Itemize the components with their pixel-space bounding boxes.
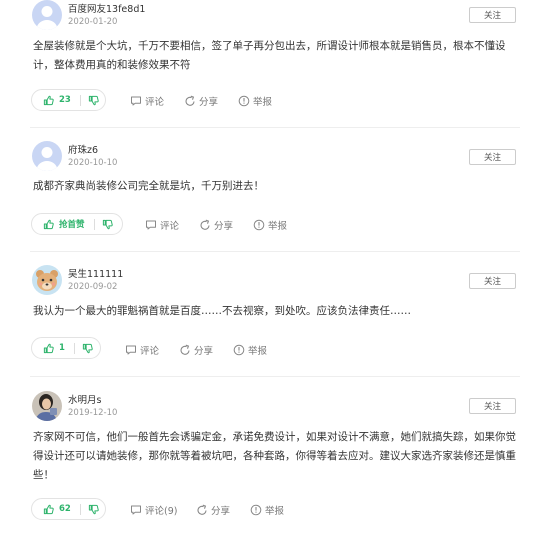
vote-count: 1 bbox=[59, 343, 65, 353]
vote-box: 23 bbox=[31, 89, 106, 111]
comment-button[interactable]: 评论 bbox=[125, 343, 159, 357]
vote-divider bbox=[79, 503, 81, 515]
thumbs-up-icon bbox=[43, 219, 54, 230]
upvote-button[interactable]: 抢首赞 bbox=[32, 214, 85, 234]
username[interactable]: 府珠z6 bbox=[68, 142, 98, 156]
upvote-button[interactable]: 23 bbox=[32, 90, 71, 110]
report-icon bbox=[238, 95, 250, 107]
downvote-button[interactable] bbox=[88, 90, 99, 110]
share-icon bbox=[196, 504, 208, 516]
comment-label: 评论(9) bbox=[145, 506, 178, 517]
report-button[interactable]: 举报 bbox=[253, 218, 287, 232]
vote-box: 抢首赞 bbox=[31, 213, 123, 235]
vote-divider bbox=[79, 94, 81, 106]
username[interactable]: 百度网友13fe8d1 bbox=[68, 1, 145, 15]
vote-box: 62 bbox=[31, 498, 106, 520]
report-button[interactable]: 举报 bbox=[250, 503, 284, 517]
downvote-button[interactable] bbox=[102, 214, 113, 234]
share-label: 分享 bbox=[194, 346, 214, 357]
thumbs-up-icon bbox=[43, 343, 54, 354]
cartoon-bear-avatar-icon[interactable] bbox=[32, 265, 62, 295]
share-icon bbox=[179, 344, 191, 356]
follow-button[interactable]: 关注 bbox=[469, 273, 516, 289]
comment-date: 2020-10-10 bbox=[68, 158, 118, 168]
thumbs-down-icon bbox=[88, 504, 99, 515]
comment-icon bbox=[130, 95, 142, 107]
default-avatar-icon[interactable] bbox=[32, 141, 62, 171]
vote-count: 抢首赞 bbox=[59, 220, 85, 230]
divider bbox=[30, 251, 520, 252]
share-label: 分享 bbox=[199, 97, 219, 108]
report-icon bbox=[250, 504, 262, 516]
downvote-button[interactable] bbox=[88, 499, 99, 519]
thumbs-up-icon bbox=[43, 95, 54, 106]
report-icon bbox=[253, 219, 265, 231]
upvote-button[interactable]: 1 bbox=[32, 338, 65, 358]
comment-text: 齐家网不可信，他们一般首先会诱骗定金，承诺免费设计，如果对设计不满意，她们就搞失… bbox=[33, 431, 516, 481]
divider bbox=[30, 376, 520, 377]
share-label: 分享 bbox=[211, 506, 231, 517]
follow-button[interactable]: 关注 bbox=[469, 7, 516, 23]
report-icon bbox=[233, 344, 245, 356]
photo-avatar-icon[interactable] bbox=[32, 391, 62, 421]
comment-label: 评论 bbox=[160, 221, 180, 232]
share-icon bbox=[184, 95, 196, 107]
vote-count: 62 bbox=[59, 504, 71, 514]
share-icon bbox=[199, 219, 211, 231]
comment-label: 评论 bbox=[140, 346, 160, 357]
report-button[interactable]: 举报 bbox=[233, 343, 267, 357]
vote-divider bbox=[73, 342, 75, 354]
upvote-button[interactable]: 62 bbox=[32, 499, 71, 519]
comment-date: 2019-12-10 bbox=[68, 408, 118, 418]
comment-button[interactable]: 评论 bbox=[145, 218, 179, 232]
vote-count: 23 bbox=[59, 95, 71, 105]
report-label: 举报 bbox=[248, 346, 268, 357]
report-button[interactable]: 举报 bbox=[238, 94, 272, 108]
thumbs-down-icon bbox=[88, 95, 99, 106]
divider bbox=[30, 127, 520, 128]
follow-button[interactable]: 关注 bbox=[469, 398, 516, 414]
report-label: 举报 bbox=[268, 221, 288, 232]
share-button[interactable]: 分享 bbox=[196, 503, 230, 517]
share-label: 分享 bbox=[214, 221, 234, 232]
username[interactable]: 吴生111111 bbox=[68, 266, 123, 280]
comment-text: 成都齐家典尚装修公司完全就是坑，千万别进去！ bbox=[33, 180, 264, 192]
share-button[interactable]: 分享 bbox=[199, 218, 233, 232]
thumbs-down-icon bbox=[82, 343, 93, 354]
follow-button[interactable]: 关注 bbox=[469, 149, 516, 165]
comment-button[interactable]: 评论(9) bbox=[130, 503, 177, 517]
vote-box: 1 bbox=[31, 337, 101, 359]
vote-divider bbox=[93, 218, 95, 230]
share-button[interactable]: 分享 bbox=[184, 94, 218, 108]
comment-icon bbox=[145, 219, 157, 231]
username[interactable]: 水明月s bbox=[68, 392, 101, 406]
report-label: 举报 bbox=[253, 97, 273, 108]
comment-label: 评论 bbox=[145, 97, 165, 108]
comment-icon bbox=[125, 344, 137, 356]
comment-text: 全屋装修就是个大坑，千万不要相信，签了单子再分包出去，所谓设计师根本就是销售员，… bbox=[33, 40, 506, 71]
share-button[interactable]: 分享 bbox=[179, 343, 213, 357]
comment-date: 2020-01-20 bbox=[68, 17, 118, 27]
comment-text: 我认为一个最大的罪魁祸首就是百度……不去视察，到处吹。应该负法律责任…… bbox=[33, 305, 411, 317]
thumbs-up-icon bbox=[43, 504, 54, 515]
comment-button[interactable]: 评论 bbox=[130, 94, 164, 108]
downvote-button[interactable] bbox=[82, 338, 93, 358]
thumbs-down-icon bbox=[102, 219, 113, 230]
comment-icon bbox=[130, 504, 142, 516]
report-label: 举报 bbox=[265, 506, 285, 517]
default-avatar-icon[interactable] bbox=[32, 0, 62, 30]
comment-date: 2020-09-02 bbox=[68, 282, 118, 292]
